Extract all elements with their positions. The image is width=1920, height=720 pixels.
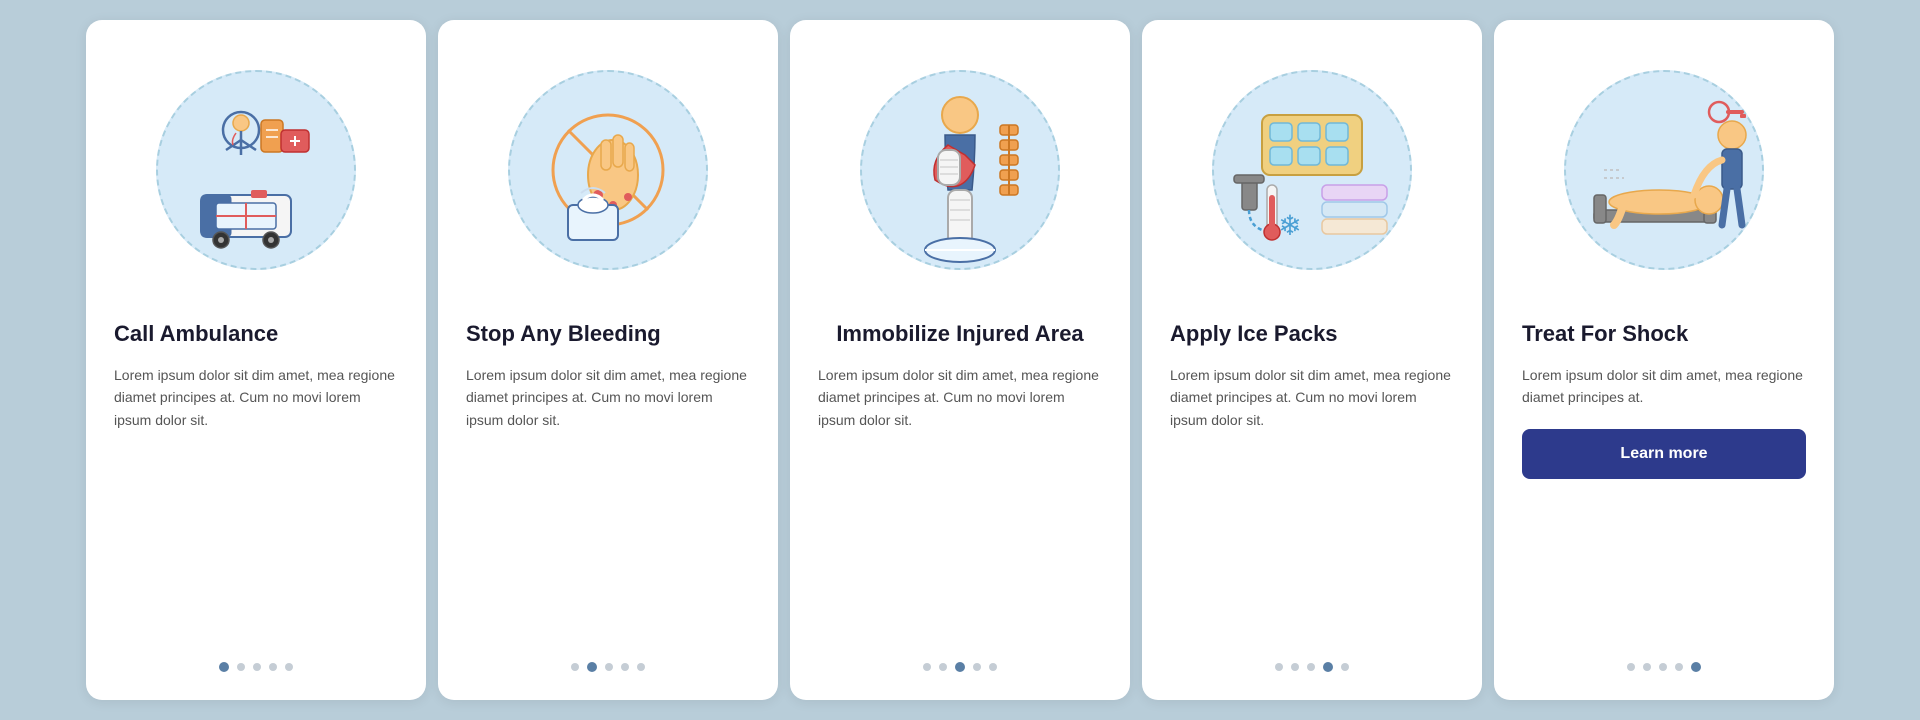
dot-2[interactable] (1643, 663, 1651, 671)
card-4-title: Apply Ice Packs (1170, 320, 1338, 349)
card-immobilize: Immobilize Injured Area Lorem ipsum dolo… (790, 20, 1130, 700)
card-4-text: Lorem ipsum dolor sit dim amet, mea regi… (1170, 364, 1454, 431)
immobilize-icon (860, 70, 1060, 270)
svg-text:❄: ❄ (1278, 210, 1301, 241)
card-3-illustration (818, 20, 1102, 320)
dot-1[interactable] (219, 662, 229, 672)
shock-treatment-icon (1564, 70, 1764, 270)
card-4-dots (1170, 662, 1454, 672)
card-2-circle (508, 70, 708, 270)
card-5-dots (1522, 662, 1806, 672)
ambulance-icon (161, 75, 351, 265)
card-2-dots (466, 662, 750, 672)
dot-2[interactable] (1291, 663, 1299, 671)
card-3-title: Immobilize Injured Area (818, 320, 1102, 349)
dot-1[interactable] (1275, 663, 1283, 671)
card-3-dots (818, 662, 1102, 672)
card-1-circle (156, 70, 356, 270)
card-1-title: Call Ambulance (114, 320, 278, 349)
card-2-title: Stop Any Bleeding (466, 320, 661, 349)
dot-1[interactable] (923, 663, 931, 671)
card-5-title: Treat For Shock (1522, 320, 1688, 349)
dot-1[interactable] (1627, 663, 1635, 671)
card-2-content: Stop Any Bleeding Lorem ipsum dolor sit … (466, 320, 750, 672)
ice-packs-icon: ❄ (1212, 70, 1412, 270)
card-1-illustration (114, 20, 398, 320)
dot-2[interactable] (939, 663, 947, 671)
card-ice-packs: ❄ Apply Ice Packs Lorem ipsum dolor sit … (1142, 20, 1482, 700)
card-1-dots (114, 662, 398, 672)
card-1-content: Call Ambulance Lorem ipsum dolor sit dim… (114, 320, 398, 672)
dot-3[interactable] (253, 663, 261, 671)
dot-5[interactable] (989, 663, 997, 671)
dot-5[interactable] (1691, 662, 1701, 672)
card-2-illustration (466, 20, 750, 320)
dot-4[interactable] (269, 663, 277, 671)
card-5-text: Lorem ipsum dolor sit dim amet, mea regi… (1522, 364, 1806, 409)
card-5-content: Treat For Shock Lorem ipsum dolor sit di… (1522, 320, 1806, 672)
card-5-illustration (1522, 20, 1806, 320)
bleeding-icon (513, 75, 703, 265)
dot-4[interactable] (1675, 663, 1683, 671)
dot-5[interactable] (285, 663, 293, 671)
card-3-text: Lorem ipsum dolor sit dim amet, mea regi… (818, 364, 1102, 431)
dot-4[interactable] (973, 663, 981, 671)
card-3-circle (860, 70, 1060, 270)
cards-container: Call Ambulance Lorem ipsum dolor sit dim… (66, 0, 1854, 720)
card-2-text: Lorem ipsum dolor sit dim amet, mea regi… (466, 364, 750, 431)
card-1-text: Lorem ipsum dolor sit dim amet, mea regi… (114, 364, 398, 431)
dot-3[interactable] (605, 663, 613, 671)
card-stop-bleeding: Stop Any Bleeding Lorem ipsum dolor sit … (438, 20, 778, 700)
card-5-circle (1564, 70, 1764, 270)
dot-2[interactable] (587, 662, 597, 672)
dot-4[interactable] (621, 663, 629, 671)
dot-1[interactable] (571, 663, 579, 671)
card-call-ambulance: Call Ambulance Lorem ipsum dolor sit dim… (86, 20, 426, 700)
card-4-circle: ❄ (1212, 70, 1412, 270)
dot-5[interactable] (1341, 663, 1349, 671)
card-treat-shock: Treat For Shock Lorem ipsum dolor sit di… (1494, 20, 1834, 700)
dot-3[interactable] (955, 662, 965, 672)
card-3-content: Immobilize Injured Area Lorem ipsum dolo… (818, 320, 1102, 672)
dot-3[interactable] (1659, 663, 1667, 671)
card-4-content: Apply Ice Packs Lorem ipsum dolor sit di… (1170, 320, 1454, 672)
dot-2[interactable] (237, 663, 245, 671)
dot-3[interactable] (1307, 663, 1315, 671)
learn-more-button[interactable]: Learn more (1522, 429, 1806, 479)
dot-4[interactable] (1323, 662, 1333, 672)
card-4-illustration: ❄ (1170, 20, 1454, 320)
dot-5[interactable] (637, 663, 645, 671)
